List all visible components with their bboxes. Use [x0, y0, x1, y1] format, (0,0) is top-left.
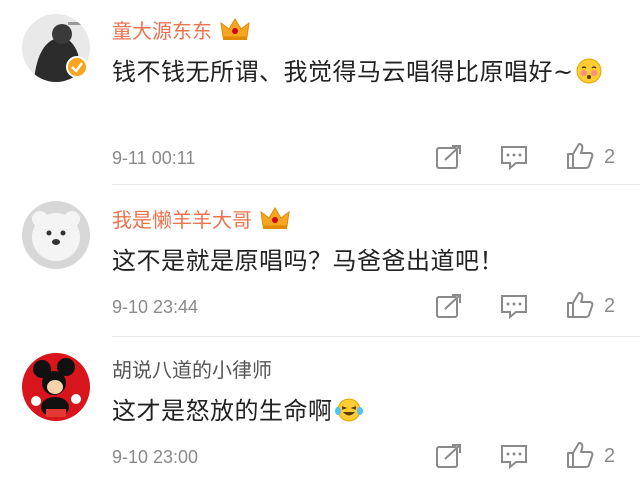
timestamp: 9-10 23:00	[112, 447, 199, 467]
verified-badge-icon	[66, 56, 88, 78]
username[interactable]: 童大源东东	[112, 17, 250, 47]
like-icon[interactable]	[566, 291, 596, 319]
share-icon[interactable]	[435, 443, 465, 471]
username-text[interactable]: 我是懒羊羊大哥	[112, 208, 252, 232]
comment-text-content: 这才是怒放的生命啊	[112, 397, 333, 425]
like-icon[interactable]	[566, 142, 596, 170]
share-icon[interactable]	[435, 144, 465, 172]
comment-text: 钱不钱无所谓、我觉得马云唱得比原唱好~	[112, 52, 620, 96]
comment-text-content: 这不是就是原唱吗？马爸爸出道吧！	[112, 247, 504, 275]
reply-icon[interactable]	[500, 293, 530, 321]
username[interactable]: 我是懒羊羊大哥	[112, 206, 290, 236]
timestamp: 9-10 23:44	[112, 297, 199, 317]
avatar[interactable]	[22, 201, 90, 269]
username[interactable]: 胡说八道的小律师	[112, 357, 272, 383]
comment-item: 童大源东东 钱不钱无所谓、我觉得马云唱得比原唱好~ 9-11 00:11 2	[0, 0, 640, 185]
timestamp: 9-11 00:11	[112, 148, 196, 168]
username-text[interactable]: 胡说八道的小律师	[112, 358, 272, 382]
comment-item: 我是懒羊羊大哥 这不是就是原唱吗？马爸爸出道吧！ 9-10 23:44 2	[0, 185, 640, 337]
comment-text-content: 钱不钱无所谓、我觉得马云唱得比原唱好~	[112, 58, 574, 86]
laughing-tears-face-icon	[334, 395, 363, 435]
username-text[interactable]: 童大源东东	[112, 19, 212, 43]
comment-text: 这才是怒放的生命啊	[112, 391, 620, 435]
like-count: 2	[604, 146, 616, 168]
avatar[interactable]	[22, 353, 90, 421]
comment-item: 胡说八道的小律师 这才是怒放的生命啊 9-10 23:00 2	[0, 337, 640, 479]
blushing-face-icon	[576, 56, 602, 96]
reply-icon[interactable]	[500, 443, 530, 471]
like-icon[interactable]	[566, 441, 596, 469]
crown-icon	[260, 206, 290, 236]
like-count: 2	[604, 445, 616, 467]
like-count: 2	[604, 295, 616, 317]
crown-icon	[220, 17, 250, 47]
comment-text: 这不是就是原唱吗？马爸爸出道吧！	[112, 241, 620, 281]
share-icon[interactable]	[435, 293, 465, 321]
reply-icon[interactable]	[500, 144, 530, 172]
